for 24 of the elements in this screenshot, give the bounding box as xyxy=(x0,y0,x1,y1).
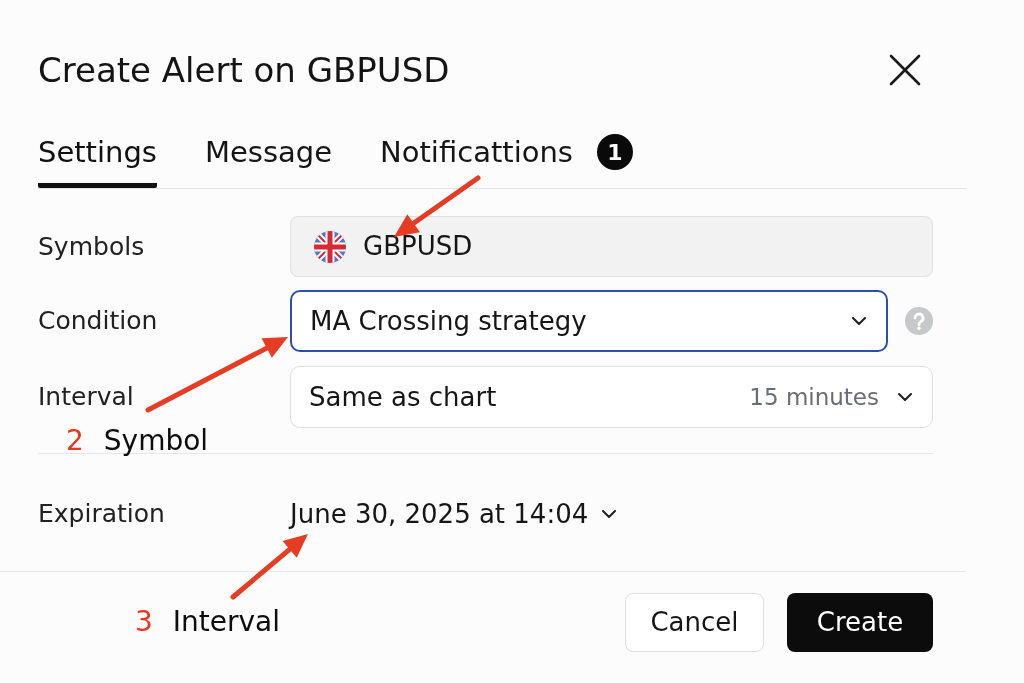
chevron-down-icon xyxy=(852,317,866,325)
tab[interactable]: Settings xyxy=(38,134,157,188)
field-label: Symbols xyxy=(38,230,146,263)
annotation-label: Interval xyxy=(172,606,281,638)
expiration-dropdown[interactable]: June 30, 2025 at 14:04 xyxy=(290,494,617,534)
cancel-button[interactable]: Cancel xyxy=(625,593,764,652)
field-label: Condition xyxy=(38,305,159,338)
chevron-down-icon xyxy=(898,393,912,401)
annotation-number: 2 xyxy=(66,425,84,457)
annotation-badge: 1 xyxy=(596,134,633,170)
dropdown[interactable]: Same as chart 15 minutes xyxy=(290,366,933,428)
close-button[interactable] xyxy=(889,54,921,86)
field-label: Interval xyxy=(38,381,135,414)
chevron-down-icon xyxy=(602,510,617,518)
close-icon xyxy=(889,54,921,86)
flag-icon xyxy=(314,230,346,263)
dialog-title: Create Alert on GBPUSD xyxy=(38,49,450,92)
annotation-number: 3 xyxy=(135,606,153,638)
tab[interactable]: Notificattions xyxy=(380,134,573,188)
create-button[interactable]: Create xyxy=(787,593,933,652)
annotation-label: Symbol xyxy=(103,425,209,457)
tab[interactable]: Message xyxy=(204,134,333,188)
dropdown[interactable]: MA Crossing strategy xyxy=(290,290,888,352)
field-label: Expiration xyxy=(38,498,166,531)
